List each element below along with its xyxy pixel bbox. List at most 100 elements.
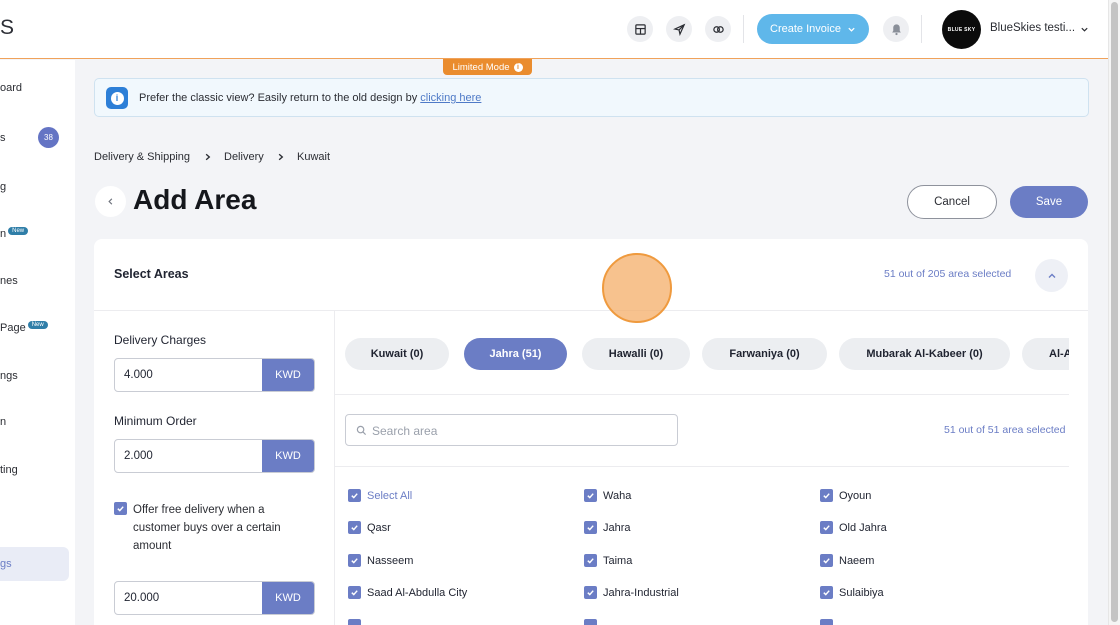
bell-icon[interactable] [883, 16, 909, 42]
area-label[interactable]: Jahra [603, 522, 631, 534]
sidebar-item-4[interactable]: n New [0, 227, 29, 240]
chevron-down-icon[interactable] [1080, 25, 1089, 34]
breadcrumb-delivery-shipping[interactable]: Delivery & Shipping [94, 151, 190, 163]
tab-hawalli[interactable]: Hawalli (0) [582, 338, 690, 370]
info-icon: i [513, 62, 523, 72]
area-label[interactable]: Waha [603, 490, 631, 502]
check-icon [351, 558, 358, 564]
breadcrumb-current: Kuwait [297, 151, 331, 163]
area-label[interactable]: Saad Al-Abdulla City [367, 587, 467, 599]
free-delivery-text: Offer free delivery when a customer buys… [133, 504, 281, 552]
tab-kuwait[interactable]: Kuwait (0) [345, 338, 449, 370]
free-delivery-value: 20.000 [124, 592, 160, 604]
orders-count-badge: 38 [38, 127, 59, 148]
area-label[interactable]: Oyoun [839, 490, 871, 502]
tab-mubarak-al-kabeer[interactable]: Mubarak Al-Kabeer (0) [839, 338, 1010, 370]
new-badge: New [8, 227, 29, 235]
card-title: Select Areas [114, 267, 189, 281]
check-icon [587, 590, 594, 596]
area-checkbox[interactable] [820, 586, 833, 599]
link-icon[interactable] [705, 16, 731, 42]
check-icon [823, 525, 830, 531]
selected-summary: 51 out of 205 area selected [884, 268, 1012, 280]
save-button[interactable]: Save [1010, 186, 1088, 218]
sidebar-item-orders[interactable]: s [0, 132, 6, 144]
search-area-input[interactable]: Search area [345, 414, 678, 446]
sidebar-item-label: s [0, 132, 6, 144]
area-checkbox[interactable] [348, 619, 361, 625]
select-all-label[interactable]: Select All [367, 490, 412, 502]
sidebar-item-page[interactable]: Page New [0, 321, 48, 334]
sidebar-item-label: oard [0, 82, 23, 94]
tab-jahra[interactable]: Jahra (51) [464, 338, 567, 370]
check-icon [587, 493, 594, 499]
check-icon [823, 558, 830, 564]
create-invoice-button[interactable]: Create Invoice [757, 14, 869, 44]
area-label[interactable]: Taima [603, 555, 632, 567]
sidebar: oard s 38 g n New nes Page New ngs n ting … [0, 60, 75, 625]
sidebar-item-8[interactable]: n [0, 416, 6, 428]
limited-mode-label: Limited Mode [452, 61, 510, 73]
area-label[interactable]: Jahra-Industrial [603, 587, 679, 599]
page-title: Add Area [133, 184, 257, 215]
breadcrumb-delivery[interactable]: Delivery [224, 151, 264, 163]
area-checkbox[interactable] [584, 619, 597, 625]
currency-label: KWD [262, 582, 314, 614]
tab-al-ahmadi[interactable]: Al-A [1022, 338, 1069, 370]
area-checkbox[interactable] [820, 521, 833, 534]
back-button[interactable] [95, 186, 126, 217]
store-icon[interactable] [627, 16, 653, 42]
search-icon [356, 425, 367, 436]
select-areas-card: Select Areas 51 out of 205 area selected… [94, 239, 1088, 625]
classic-view-link[interactable]: clicking here [420, 92, 481, 104]
area-label[interactable]: Nasseem [367, 555, 413, 567]
divider [743, 15, 744, 43]
delivery-charges-field[interactable]: 4.000 KWD [114, 358, 315, 392]
sidebar-item-7[interactable]: ngs [0, 370, 18, 382]
select-all-checkbox[interactable] [348, 489, 361, 502]
chevron-right-icon [205, 153, 211, 161]
delivery-settings-pane: Delivery Charges 4.000 KWD Minimum Order… [94, 311, 335, 625]
area-checkbox[interactable] [348, 554, 361, 567]
sidebar-item-dashboard[interactable]: oard [0, 82, 22, 94]
banner-text: Prefer the classic view? Easily return t… [139, 92, 481, 104]
chevron-up-icon [1048, 273, 1055, 278]
sidebar-item-5[interactable]: nes [0, 275, 18, 287]
chevron-left-icon [108, 198, 113, 205]
cancel-button[interactable]: Cancel [907, 185, 997, 219]
area-checkbox[interactable] [820, 619, 833, 625]
sidebar-item-3[interactable]: g [0, 181, 6, 193]
send-icon[interactable] [666, 16, 692, 42]
brand-logo[interactable]: S [0, 16, 14, 40]
area-checkbox[interactable] [584, 586, 597, 599]
check-icon [351, 525, 358, 531]
new-badge: New [27, 321, 48, 329]
sidebar-item-settings[interactable]: gs [0, 558, 12, 570]
vertical-scrollbar[interactable] [1108, 0, 1120, 625]
area-checkbox[interactable] [584, 521, 597, 534]
area-label[interactable]: Qasr [367, 522, 391, 534]
area-checkbox[interactable] [820, 489, 833, 502]
divider [335, 394, 1069, 395]
scrollbar-thumb[interactable] [1111, 2, 1118, 622]
limited-mode-tab[interactable]: Limited Mode i [443, 59, 532, 75]
free-delivery-amount-field[interactable]: 20.000 KWD [114, 581, 315, 615]
area-label[interactable]: Sulaibiya [839, 587, 884, 599]
tab-farwaniya[interactable]: Farwaniya (0) [702, 338, 827, 370]
area-label[interactable]: Naeem [839, 555, 874, 567]
collapse-button[interactable] [1035, 259, 1068, 292]
area-checkbox[interactable] [584, 489, 597, 502]
area-checkbox[interactable] [584, 554, 597, 567]
area-checkbox[interactable] [820, 554, 833, 567]
free-delivery-checkbox[interactable] [114, 502, 127, 515]
area-checkbox[interactable] [348, 521, 361, 534]
governorate-tabs: Kuwait (0) Jahra (51) Hawalli (0) Farwan… [345, 338, 1069, 370]
account-name[interactable]: BlueSkies testi... [990, 22, 1075, 34]
list-selected-summary: 51 out of 51 area selected [944, 424, 1066, 436]
minimum-order-field[interactable]: 2.000 KWD [114, 439, 315, 473]
avatar[interactable]: BLUE SKY [942, 10, 981, 49]
check-icon [587, 525, 594, 531]
area-checkbox[interactable] [348, 586, 361, 599]
area-label[interactable]: Old Jahra [839, 522, 887, 534]
sidebar-item-9[interactable]: ting [0, 464, 18, 476]
